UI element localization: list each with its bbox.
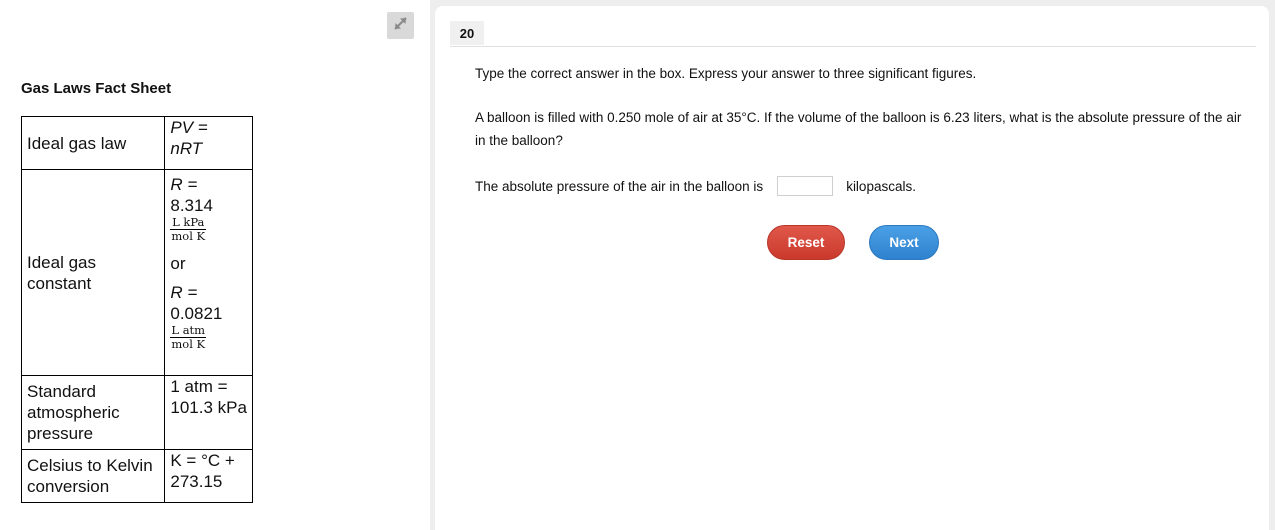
table-row: Celsius to Kelvin conversion K = °C + 27… — [20, 449, 253, 503]
r-label: R = — [170, 283, 198, 302]
question-number: 20 — [450, 21, 484, 45]
unit-denominator: mol K — [171, 229, 206, 243]
answer-suffix: kilopascals. — [846, 178, 916, 194]
table-row: Ideal gas constant R = 8.314 L kPa mol K… — [20, 169, 253, 376]
expand-button[interactable] — [387, 12, 414, 39]
row-label: Ideal gas constant — [20, 169, 166, 376]
next-button[interactable]: Next — [869, 225, 939, 260]
reset-button[interactable]: Reset — [767, 225, 845, 260]
fact-sheet-title: Gas Laws Fact Sheet — [21, 80, 172, 97]
row-label: Standard atmospheric pressure — [20, 375, 166, 450]
question-text: A balloon is filled with 0.250 mole of a… — [475, 110, 1242, 148]
unit-fraction-kpa: L kPa mol K — [170, 215, 207, 243]
r-value-kpa: 8.314 — [170, 196, 213, 215]
unit-numerator: L atm — [170, 323, 207, 338]
row-label: Celsius to Kelvin conversion — [20, 449, 166, 503]
gas-laws-table: Ideal gas law PV = nRT Ideal gas constan… — [20, 116, 253, 503]
r-value-atm: 0.0821 — [170, 304, 223, 323]
table-row: Standard atmospheric pressure 1 atm = 10… — [20, 375, 253, 450]
unit-numerator: L kPa — [170, 215, 207, 230]
divider — [450, 46, 1256, 47]
ideal-gas-law-left: PV = — [170, 118, 208, 137]
row-value: 1 atm = 101.3 kPa — [164, 375, 253, 450]
question-panel: 20 Type the correct answer in the box. E… — [435, 6, 1269, 530]
or-text: or — [170, 254, 186, 273]
unit-fraction-atm: L atm mol K — [170, 323, 207, 351]
row-value: PV = nRT — [164, 116, 253, 170]
unit-denominator: mol K — [171, 337, 206, 351]
answer-line: The absolute pressure of the air in the … — [475, 176, 916, 196]
row-label: Ideal gas law — [20, 116, 166, 170]
ideal-gas-law-right: nRT — [170, 139, 203, 158]
expand-arrows-icon — [392, 15, 409, 37]
table-row: Ideal gas law PV = nRT — [20, 116, 253, 170]
answer-prefix: The absolute pressure of the air in the … — [475, 178, 764, 194]
instructions-text: Type the correct answer in the box. Expr… — [475, 66, 977, 81]
fact-sheet-panel: Gas Laws Fact Sheet Ideal gas law PV = n… — [0, 0, 430, 530]
answer-input[interactable] — [777, 176, 834, 196]
row-value: R = 8.314 L kPa mol K or R = 0.0821 L at… — [164, 169, 253, 376]
row-value: K = °C + 273.15 — [164, 449, 253, 503]
r-label: R = — [170, 175, 198, 194]
